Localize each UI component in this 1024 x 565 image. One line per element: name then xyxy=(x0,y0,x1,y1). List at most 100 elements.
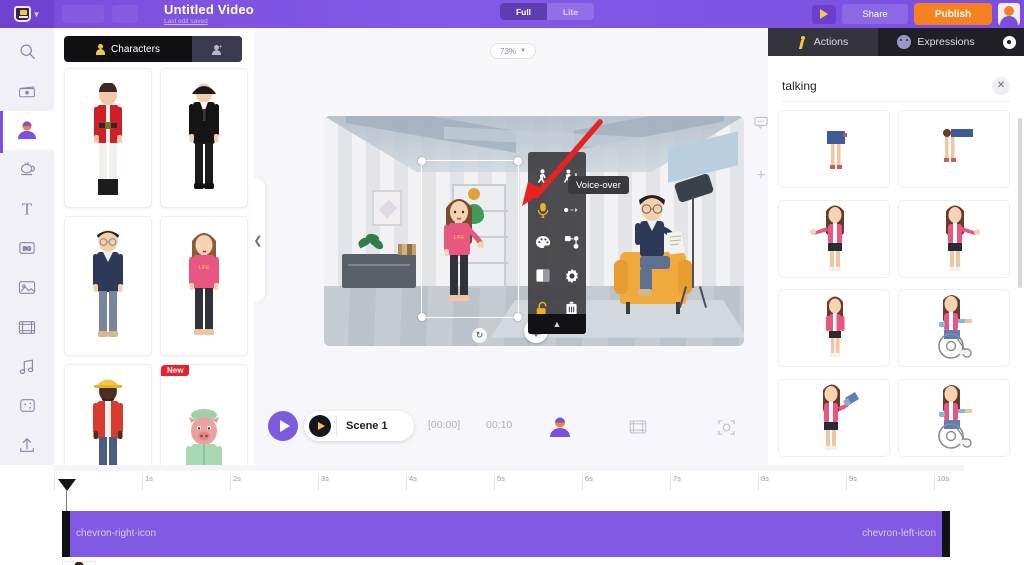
tab-characters[interactable]: Characters xyxy=(64,36,192,62)
tick-label: 3s xyxy=(321,474,329,483)
save-status[interactable]: Last edit saved xyxy=(164,17,254,26)
list-item[interactable]: New xyxy=(160,364,248,465)
menu-item-settings[interactable] xyxy=(557,259,586,292)
list-item[interactable] xyxy=(778,378,890,457)
sidebar-item-upload[interactable] xyxy=(0,426,54,465)
action-thumb xyxy=(827,131,847,169)
menu-item-palette[interactable] xyxy=(528,226,557,259)
list-item[interactable] xyxy=(898,289,1010,367)
voice-over-icon xyxy=(537,202,548,218)
tab-add-character[interactable]: + xyxy=(192,36,242,62)
list-item[interactable]: LIFE xyxy=(160,216,248,356)
link-nodes-icon xyxy=(564,235,578,249)
rotate-handle[interactable]: ↻ xyxy=(472,328,487,343)
scene-canvas[interactable]: LIFE ↻ ▲ Voice-over xyxy=(324,116,744,346)
sidebar-item-text[interactable]: T xyxy=(0,189,54,228)
play-button[interactable] xyxy=(268,411,298,441)
publish-button[interactable]: Publish xyxy=(914,3,992,25)
sidebar-item-images[interactable] xyxy=(0,268,54,307)
add-person-icon: + xyxy=(211,44,223,55)
tab-actions[interactable]: Actions xyxy=(768,28,878,56)
palette-icon xyxy=(535,235,550,249)
smiley-face-icon xyxy=(897,35,912,49)
scene-label: Scene 1 xyxy=(346,420,388,432)
svg-text:BG: BG xyxy=(23,247,32,253)
timeline-character-thumb[interactable] xyxy=(62,561,96,565)
list-item[interactable] xyxy=(898,378,1010,457)
list-item[interactable] xyxy=(160,68,248,208)
selection-frame[interactable] xyxy=(418,157,522,321)
clip-trim-right[interactable] xyxy=(942,511,950,557)
scene-play-button[interactable] xyxy=(309,415,331,437)
list-item[interactable] xyxy=(778,289,890,367)
toolbar-placeholder-1 xyxy=(62,5,104,23)
mode-lite-button[interactable]: Lite xyxy=(547,3,594,20)
play-icon xyxy=(317,422,325,430)
panel-scrollbar[interactable] xyxy=(1018,118,1022,288)
share-button[interactable]: Share xyxy=(842,4,908,24)
sidebar-item-props[interactable] xyxy=(0,150,54,189)
potted-plant xyxy=(356,232,386,256)
list-item[interactable] xyxy=(64,216,152,356)
sidebar-item-background[interactable]: BG xyxy=(0,229,54,268)
film-tool-button[interactable] xyxy=(626,415,650,439)
list-item[interactable] xyxy=(64,68,152,208)
playhead[interactable] xyxy=(58,479,76,491)
action-thumb-wheelchair xyxy=(938,384,972,449)
list-item[interactable] xyxy=(778,199,890,278)
menu-item-link[interactable] xyxy=(557,226,586,259)
svg-text:T: T xyxy=(22,200,33,219)
books xyxy=(398,244,416,255)
action-thumb xyxy=(946,205,980,271)
app-logo[interactable]: ▼ xyxy=(0,0,54,28)
character-tool-button[interactable] xyxy=(548,415,572,439)
list-item[interactable] xyxy=(898,199,1010,278)
settings-gear-icon xyxy=(565,268,578,283)
character-icon xyxy=(17,121,37,140)
list-item[interactable] xyxy=(778,110,890,188)
sidebar-item-characters[interactable] xyxy=(0,110,54,154)
avatar[interactable] xyxy=(998,3,1020,25)
resize-handle[interactable] xyxy=(514,157,522,165)
sidebar-item-music[interactable] xyxy=(0,347,54,386)
list-item[interactable] xyxy=(64,364,152,465)
mode-toggle: Full Lite xyxy=(500,3,594,20)
search-icon xyxy=(20,44,35,60)
canvas-character-man[interactable] xyxy=(624,190,686,302)
divider xyxy=(336,416,337,436)
tab-expressions[interactable]: Expressions xyxy=(878,28,994,56)
chevron-left-icon: chevron-left-icon xyxy=(862,528,936,539)
chevron-down-icon[interactable]: ▼ xyxy=(33,10,41,19)
sidebar-item-search[interactable] xyxy=(0,32,54,71)
timeline-ruler[interactable]: 1s 2s 3s 4s 5s 6s 7s 8s 9s 10s xyxy=(54,473,964,491)
app-root: ▼ Untitled Video Last edit saved Full Li… xyxy=(0,0,1024,565)
tab-panel-settings[interactable] xyxy=(994,28,1024,56)
scene-selector[interactable]: Scene 1 xyxy=(304,411,414,441)
action-thumb-wheelchair xyxy=(938,295,972,359)
menu-item-contrast[interactable] xyxy=(528,259,557,292)
list-item[interactable] xyxy=(898,110,1010,188)
actions-panel: Actions Expressions talking ✕ xyxy=(768,28,1024,465)
clip-trim-left[interactable] xyxy=(62,511,70,557)
collapse-library-button[interactable]: ❮ xyxy=(251,178,265,302)
focus-tool-button[interactable] xyxy=(714,415,738,439)
sidebar-item-effects[interactable] xyxy=(0,386,54,425)
preview-button[interactable] xyxy=(812,4,836,24)
mode-full-button[interactable]: Full xyxy=(500,3,547,20)
scene-clip[interactable]: chevron-right-icon chevron-left-icon xyxy=(62,511,950,557)
close-x-icon[interactable]: ✕ xyxy=(992,76,1010,95)
resize-handle[interactable] xyxy=(514,313,522,321)
actions-search[interactable]: talking ✕ xyxy=(782,70,1010,102)
sidebar-item-scenes[interactable] xyxy=(0,71,54,110)
search-input[interactable]: talking xyxy=(782,79,817,93)
sidebar-item-video[interactable] xyxy=(0,308,54,347)
prop-icon xyxy=(20,162,35,176)
canvas-zoom-control[interactable]: 73% ▼ xyxy=(490,43,536,59)
menu-item-voice-over[interactable] xyxy=(528,193,557,226)
collapse-context-menu[interactable]: ▲ xyxy=(528,314,586,334)
play-circle-icon xyxy=(279,420,290,432)
resize-handle[interactable] xyxy=(418,313,426,321)
resize-handle[interactable] xyxy=(418,157,426,165)
menu-item-action[interactable] xyxy=(528,160,557,193)
menu-item-lip-sync[interactable] xyxy=(557,193,586,226)
